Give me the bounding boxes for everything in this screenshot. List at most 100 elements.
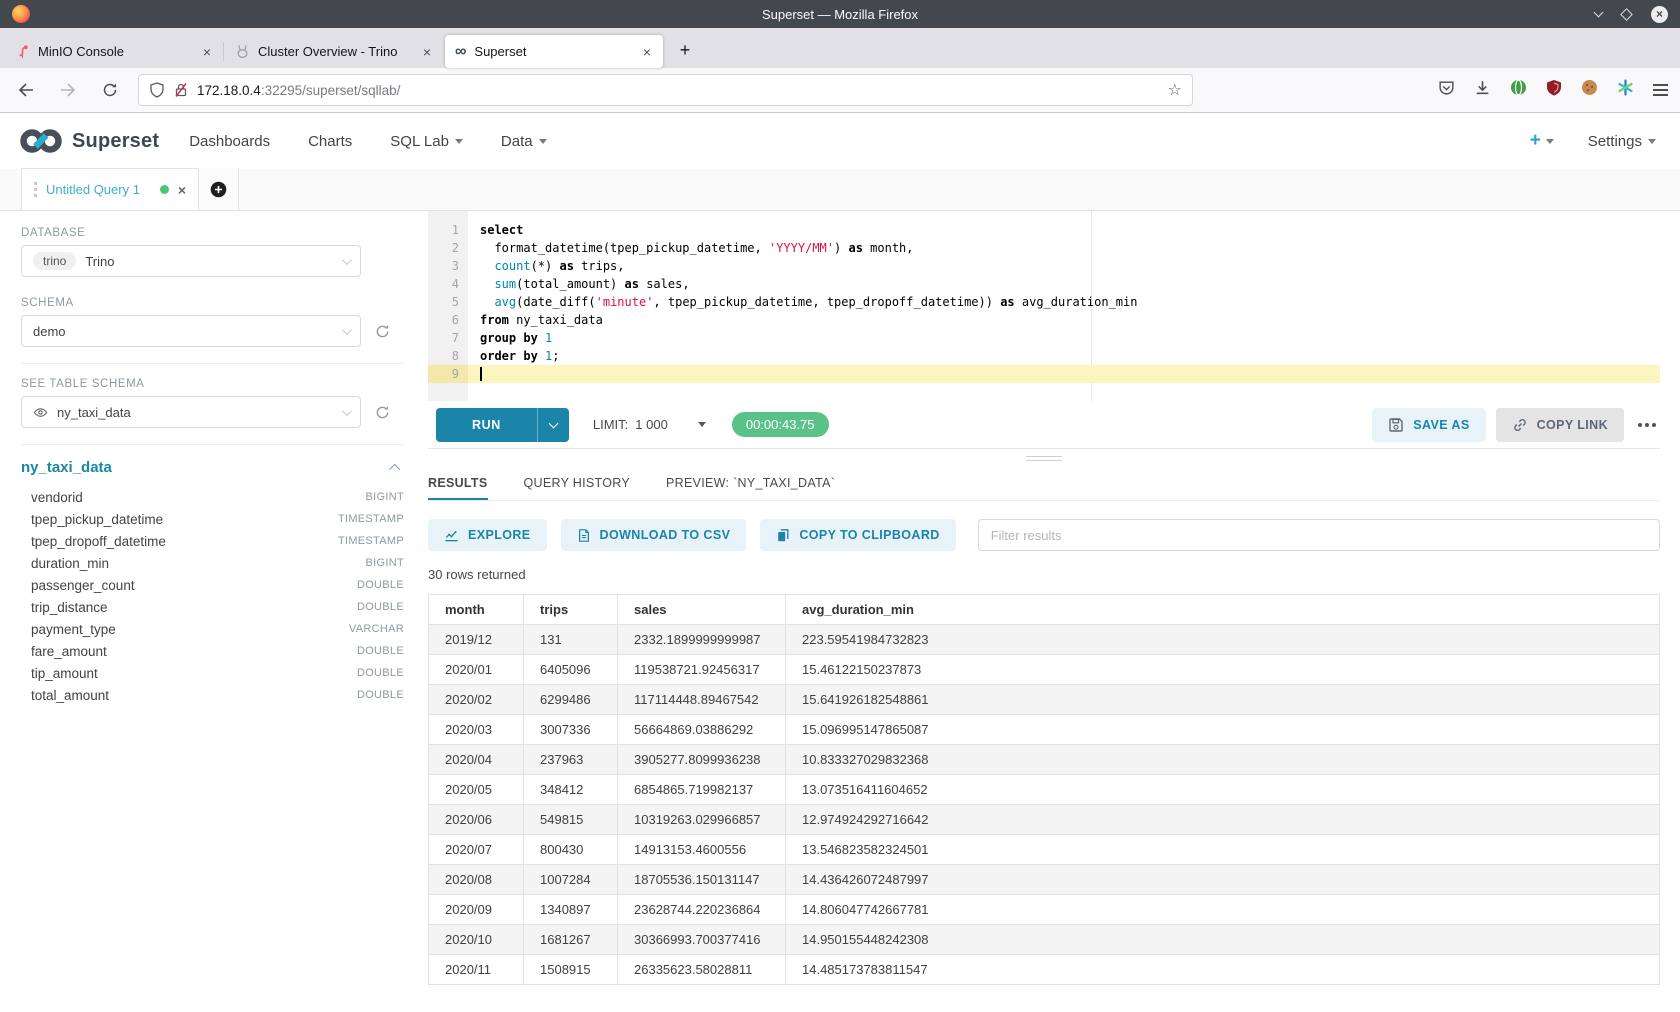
table-panel-title[interactable]: ny_taxi_data <box>21 459 112 476</box>
table-cell: 6405096 <box>524 655 618 685</box>
table-select[interactable]: ny_taxi_data <box>21 396 361 428</box>
query-tab[interactable]: Untitled Query 1 × <box>21 168 199 210</box>
ublock-shield-icon[interactable] <box>1546 79 1562 101</box>
tab-close-icon[interactable]: × <box>641 44 653 60</box>
chevron-down-icon <box>342 255 352 265</box>
save-as-button[interactable]: SAVE AS <box>1372 408 1485 442</box>
column-header-month[interactable]: month <box>429 595 524 625</box>
copy-to-clipboard-button[interactable]: COPY TO CLIPBOARD <box>760 519 955 551</box>
query-tab-close-icon[interactable]: × <box>178 182 186 198</box>
nav-item-charts[interactable]: Charts <box>308 133 352 150</box>
query-tab-title[interactable]: Untitled Query 1 <box>46 182 151 197</box>
superset-infinity-logo-icon <box>18 126 64 156</box>
new-tab-button[interactable]: + <box>670 35 700 65</box>
browser-toolbar: 172.18.0.4:32295/superset/sqllab/ ☆ <box>0 68 1680 113</box>
column-type: DOUBLE <box>357 579 404 591</box>
url-bar[interactable]: 172.18.0.4:32295/superset/sqllab/ ☆ <box>138 74 1193 106</box>
code-line[interactable]: format_datetime(tpep_pickup_datetime, 'Y… <box>468 239 1660 257</box>
download-to-csv-button[interactable]: DOWNLOAD TO CSV <box>561 519 747 551</box>
explore-button[interactable]: EXPLORE <box>428 519 547 551</box>
sqllab-main-pane: 123456789 select format_datetime(tpep_pi… <box>428 211 1660 1012</box>
window-maximize-icon[interactable] <box>1620 8 1633 21</box>
window-minimize-icon[interactable] <box>1594 8 1604 18</box>
copy-link-button[interactable]: COPY LINK <box>1496 408 1624 442</box>
code-line[interactable]: from ny_taxi_data <box>468 311 1660 329</box>
browser-tab[interactable]: ∞Superset× <box>445 35 663 68</box>
forward-button[interactable] <box>54 76 82 104</box>
nav-item-sql-lab[interactable]: SQL Lab <box>390 133 463 150</box>
cookie-icon[interactable] <box>1581 79 1598 101</box>
table-cell: 1007284 <box>524 865 618 895</box>
code-line[interactable]: sum(total_amount) as sales, <box>468 275 1660 293</box>
downloads-icon[interactable] <box>1474 79 1491 101</box>
window-close-icon[interactable]: × <box>1651 6 1668 23</box>
column-header-avg_duration_min[interactable]: avg_duration_min <box>786 595 1660 625</box>
code-line[interactable]: group by 1 <box>468 329 1660 347</box>
results-tab-preview[interactable]: PREVIEW: `NY_TAXI_DATA` <box>666 467 835 500</box>
settings-menu[interactable]: Settings <box>1588 133 1656 150</box>
column-header-sales[interactable]: sales <box>618 595 786 625</box>
extension-asterisk-icon[interactable] <box>1617 79 1634 101</box>
code-line[interactable]: count(*) as trips, <box>468 257 1660 275</box>
pocket-icon[interactable] <box>1438 79 1455 101</box>
table-cell: 2332.1899999999987 <box>618 625 786 655</box>
url-text[interactable]: 172.18.0.4:32295/superset/sqllab/ <box>197 83 1160 98</box>
nav-item-dashboards[interactable]: Dashboards <box>189 133 270 150</box>
schema-select[interactable]: demo <box>21 315 361 347</box>
table-cell: 2020/05 <box>429 775 524 805</box>
tab-close-icon[interactable]: × <box>201 44 213 60</box>
refresh-schema-icon[interactable] <box>375 324 390 339</box>
database-select[interactable]: trino Trino <box>21 245 361 277</box>
flamingo-icon <box>15 44 30 59</box>
caret-down-icon <box>455 139 463 144</box>
drag-handle-icon[interactable] <box>34 182 37 197</box>
code-line[interactable]: avg(date_diff('minute', tpep_pickup_date… <box>468 293 1660 311</box>
pane-resize-handle[interactable] <box>428 449 1660 467</box>
column-name: duration_min <box>31 556 109 571</box>
collapse-chevron-icon[interactable] <box>389 463 400 474</box>
column-name: vendorid <box>31 490 83 505</box>
table-cell: 1681267 <box>524 925 618 955</box>
code-line[interactable] <box>468 365 1660 383</box>
editor-code-area[interactable]: select format_datetime(tpep_pickup_datet… <box>468 211 1660 401</box>
filter-results-input[interactable] <box>978 519 1660 551</box>
caret-down-icon <box>539 139 547 144</box>
browser-tab[interactable]: Cluster Overview - Trino × <box>225 35 443 68</box>
nav-item-data[interactable]: Data <box>501 133 547 150</box>
menu-hamburger-icon[interactable] <box>1653 84 1668 96</box>
schema-column-row: tip_amountDOUBLE <box>21 662 404 684</box>
tab-close-icon[interactable]: × <box>421 44 433 60</box>
column-type: DOUBLE <box>357 689 404 701</box>
refresh-table-icon[interactable] <box>375 405 390 420</box>
column-type: TIMESTAMP <box>338 535 404 547</box>
reload-button[interactable] <box>96 76 124 104</box>
code-line[interactable]: select <box>468 221 1660 239</box>
browser-tab[interactable]: MinIO Console× <box>5 35 223 68</box>
results-tab-results[interactable]: RESULTS <box>428 467 488 500</box>
limit-dropdown[interactable]: LIMIT: 1 000 <box>593 417 706 432</box>
extension-green-icon[interactable] <box>1510 79 1527 101</box>
more-options-button[interactable] <box>1634 423 1660 427</box>
table-cell: 2020/11 <box>429 955 524 985</box>
table-cell: 549815 <box>524 805 618 835</box>
run-button[interactable]: RUN <box>436 408 537 442</box>
table-row: 2020/042379633905277.809993623810.833327… <box>429 745 1660 775</box>
new-item-button[interactable]: + <box>1530 130 1554 152</box>
run-options-caret[interactable] <box>537 408 569 442</box>
link-icon <box>1512 417 1528 433</box>
shield-permissions-icon[interactable] <box>149 82 165 98</box>
schema-column-row: trip_distanceDOUBLE <box>21 596 404 618</box>
insecure-lock-icon[interactable] <box>173 82 189 98</box>
superset-logo[interactable]: Superset <box>18 126 159 156</box>
browser-tab-title: Cluster Overview - Trino <box>258 44 413 59</box>
back-button[interactable] <box>12 76 40 104</box>
code-line[interactable]: order by 1; <box>468 347 1660 365</box>
column-header-trips[interactable]: trips <box>524 595 618 625</box>
table-row: 2020/053484126854865.71998213713.0735164… <box>429 775 1660 805</box>
new-query-tab-button[interactable] <box>199 168 239 210</box>
results-tab-query-history[interactable]: QUERY HISTORY <box>524 467 630 500</box>
sql-editor[interactable]: 123456789 select format_datetime(tpep_pi… <box>428 211 1660 401</box>
bookmark-star-icon[interactable]: ☆ <box>1168 80 1182 100</box>
table-schema-label: SEE TABLE SCHEMA <box>21 378 404 390</box>
file-icon <box>577 528 591 543</box>
